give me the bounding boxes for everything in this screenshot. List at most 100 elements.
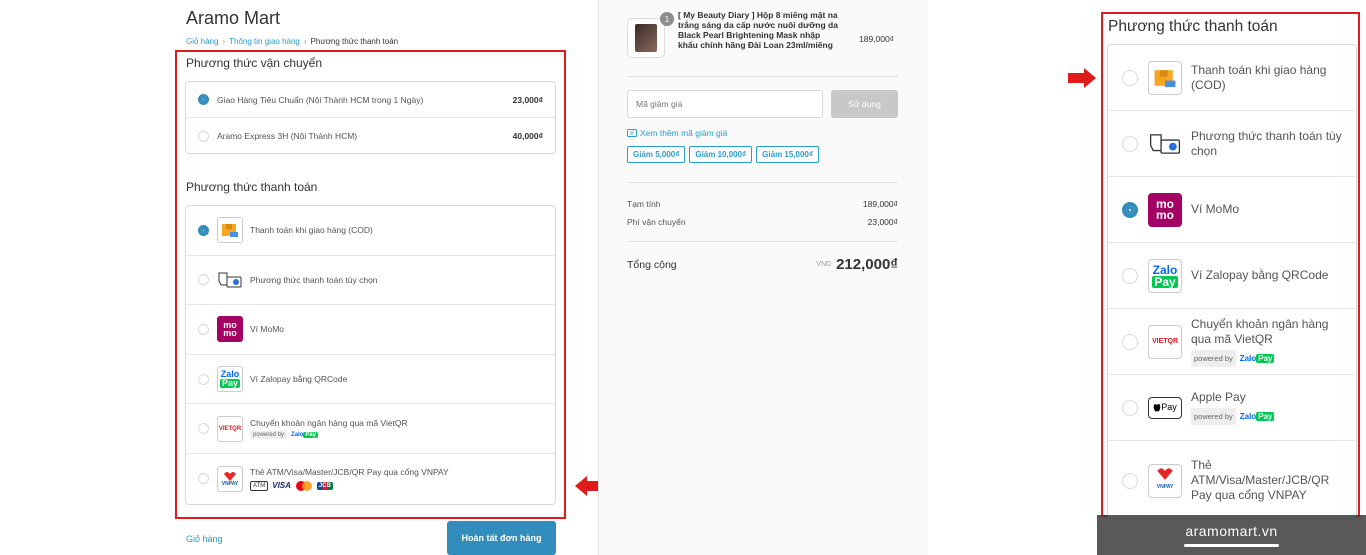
powered-by-badge: powered by Zalo Pay (1191, 349, 1342, 367)
shipping-option[interactable]: Giao Hàng Tiêu Chuẩn (Nội Thành HCM tron… (186, 82, 555, 118)
momo-icon: mo mo (217, 316, 243, 343)
coupon-list: Giảm 5,000₫ Giảm 10,000₫ Giảm 15,000₫ (627, 146, 819, 163)
card-logos: ATM VISA JCB (250, 480, 449, 491)
payment-option-applepay[interactable]: Pay Apple Pay powered by Zalo Pay (1108, 375, 1356, 441)
shipping-option-label: Aramo Express 3H (Nội Thành HCM) (217, 131, 358, 141)
zalopay-icon: Zalo Pay (1148, 258, 1182, 293)
radio-selected[interactable] (198, 224, 209, 236)
payment-option-label: Thẻ ATM/Visa/Master/JCB/QR Pay qua cổng … (1191, 458, 1330, 502)
product-name: [ My Beauty Diary ] Hộp 8 miếng mặt na t… (678, 10, 838, 50)
payment-option-cod[interactable]: Thanh toán khi giao hàng (COD) (1108, 45, 1356, 111)
coupon-chip[interactable]: Giảm 15,000₫ (756, 146, 819, 163)
apply-discount-button[interactable]: Sử dụng (831, 90, 898, 118)
radio[interactable] (1122, 69, 1138, 86)
watermark-text: aramomart.vn (1185, 523, 1278, 539)
shipping-fee-row: Phí vận chuyển 23,000₫ (627, 217, 898, 227)
shipping-options: Giao Hàng Tiêu Chuẩn (Nội Thành HCM tron… (185, 81, 556, 154)
payment-option-vietqr[interactable]: VIETQR Chuyển khoản ngân hàng qua mã Vie… (1108, 309, 1356, 375)
ticket-icon (627, 129, 637, 137)
apple-pay-icon: Pay (1148, 396, 1182, 419)
divider (627, 182, 898, 183)
breadcrumb-cart[interactable]: Giỏ hàng (186, 37, 218, 46)
payment-option-label: Ví Zalopay bằng QRCode (1191, 268, 1329, 282)
radio[interactable] (198, 274, 209, 286)
shipping-option[interactable]: Aramo Express 3H (Nội Thành HCM) 40,000₫ (186, 118, 555, 154)
payment-option-label: Thanh toán khi giao hàng (COD) (250, 225, 373, 236)
currency-label: VND (816, 261, 832, 268)
radio[interactable] (198, 473, 209, 485)
payment-option-label: Chuyển khoản ngân hàng qua mã VietQR (250, 418, 408, 429)
zalopay-icon: Zalo Pay (217, 366, 243, 393)
radio[interactable] (1122, 267, 1138, 284)
vnpay-icon: VNPAY (1148, 463, 1182, 498)
radio[interactable] (198, 130, 209, 142)
radio[interactable] (198, 323, 209, 335)
breadcrumb: Giỏ hàng › Thông tin giao hàng › Phương thức… (186, 37, 398, 46)
divider (627, 241, 898, 242)
payment-option-vnpay[interactable]: VNPAY Thẻ ATM/Visa/Master/JCB/QR Pay qua… (1108, 441, 1356, 518)
breadcrumb-shipping-info[interactable]: Thông tin giao hàng (229, 37, 300, 46)
shipping-fee-value: 23,000₫ (867, 217, 898, 227)
powered-by-label: powered by (250, 431, 288, 440)
subtotal-label: Tạm tính (627, 199, 661, 209)
payment-option-momo[interactable]: mo mo Ví MoMo (186, 305, 555, 355)
radio[interactable] (198, 373, 209, 385)
radio[interactable] (1122, 472, 1138, 489)
arrow-right-icon (1068, 68, 1096, 88)
payment-option-label: Phương thức thanh toán tùy chọn (1191, 128, 1342, 158)
subtotal-value: 189,000₫ (862, 199, 898, 209)
cod-icon (217, 217, 243, 244)
total-value: 212,000₫ (836, 256, 898, 273)
payment-option-text: Apple Pay powered by Zalo Pay (1191, 390, 1275, 425)
shipping-fee-label: Phí vận chuyển (627, 217, 686, 227)
coupon-chip[interactable]: Giảm 5,000₫ (627, 146, 686, 163)
vnpay-icon: VNPAY (217, 465, 243, 492)
discount-code-input[interactable] (627, 90, 823, 118)
zoom-payment-options: Thanh toán khi giao hàng (COD) Phương th… (1107, 44, 1357, 519)
payment-option-text: Thẻ ATM/Visa/Master/JCB/QR Pay qua cổng … (250, 467, 449, 491)
hand-card-icon (217, 266, 243, 293)
payment-option-vietqr[interactable]: VIETQR Chuyển khoản ngân hàng qua mã Vie… (186, 404, 555, 454)
coupon-chip[interactable]: Giảm 10,000₫ (689, 146, 753, 163)
radio[interactable] (198, 423, 209, 435)
watermark: aramomart.vn (1097, 515, 1366, 555)
payment-option-momo[interactable]: mo mo Ví MoMo (1108, 177, 1356, 243)
product-price: 189,000₫ (859, 34, 895, 44)
mastercard-icon (295, 480, 313, 491)
radio-selected[interactable] (198, 94, 209, 105)
payment-option-zalopay[interactable]: Zalo Pay Ví Zalopay bằng QRCode (1108, 243, 1356, 309)
hand-card-icon (1148, 126, 1182, 161)
payment-option-vnpay[interactable]: VNPAY Thẻ ATM/Visa/Master/JCB/QR Pay qua… (186, 454, 555, 504)
divider (627, 76, 898, 77)
breadcrumb-payment: Phương thức thanh toán (310, 37, 399, 46)
checkout-page: { "store": {"name": "Aramo Mart"}, "brea… (0, 0, 1366, 555)
payment-option-label: Chuyển khoản ngân hàng qua mã VietQR (1191, 316, 1329, 346)
payment-option-custom[interactable]: Phương thức thanh toán tùy chọn (186, 256, 555, 306)
cod-icon (1148, 60, 1182, 95)
payment-option-label: Ví MoMo (250, 324, 285, 335)
back-to-cart-link[interactable]: Giỏ hàng (186, 534, 223, 544)
shipping-option-price: 23,000₫ (512, 94, 543, 105)
order-summary: 1 [ My Beauty Diary ] Hộp 8 miếng mặt na… (598, 0, 928, 555)
chevron-right-icon: › (222, 37, 226, 46)
powered-by-badge: powered by Zalo Pay (250, 431, 408, 440)
complete-order-button[interactable]: Hoàn tất đơn hàng (447, 521, 556, 555)
radio[interactable] (1122, 333, 1138, 350)
chevron-right-icon: › (303, 37, 307, 46)
payment-option-custom[interactable]: Phương thức thanh toán tùy chọn (1108, 111, 1356, 177)
powered-by-badge: powered by Zalo Pay (1191, 408, 1275, 425)
zalopay-logo: Zalo Pay (291, 432, 319, 439)
more-discount-codes-link[interactable]: Xem thêm mã giảm giá (627, 128, 727, 138)
radio[interactable] (1122, 135, 1138, 152)
payment-option-label: Thẻ ATM/Visa/Master/JCB/QR Pay qua cổng … (250, 466, 449, 477)
payment-option-zalopay[interactable]: Zalo Pay Ví Zalopay bằng QRCode (186, 355, 555, 405)
payment-section-title: Phương thức thanh toán (186, 180, 318, 194)
payment-option-cod[interactable]: Thanh toán khi giao hàng (COD) (186, 206, 555, 256)
visa-icon: VISA (272, 481, 291, 491)
payment-option-label: Ví MoMo (1191, 202, 1240, 216)
radio[interactable] (1122, 399, 1138, 416)
store-title: Aramo Mart (186, 8, 281, 28)
powered-by-label: powered by (1191, 408, 1236, 425)
radio-selected[interactable] (1122, 201, 1138, 218)
shipping-option-label: Giao Hàng Tiêu Chuẩn (Nội Thành HCM tron… (217, 94, 424, 105)
